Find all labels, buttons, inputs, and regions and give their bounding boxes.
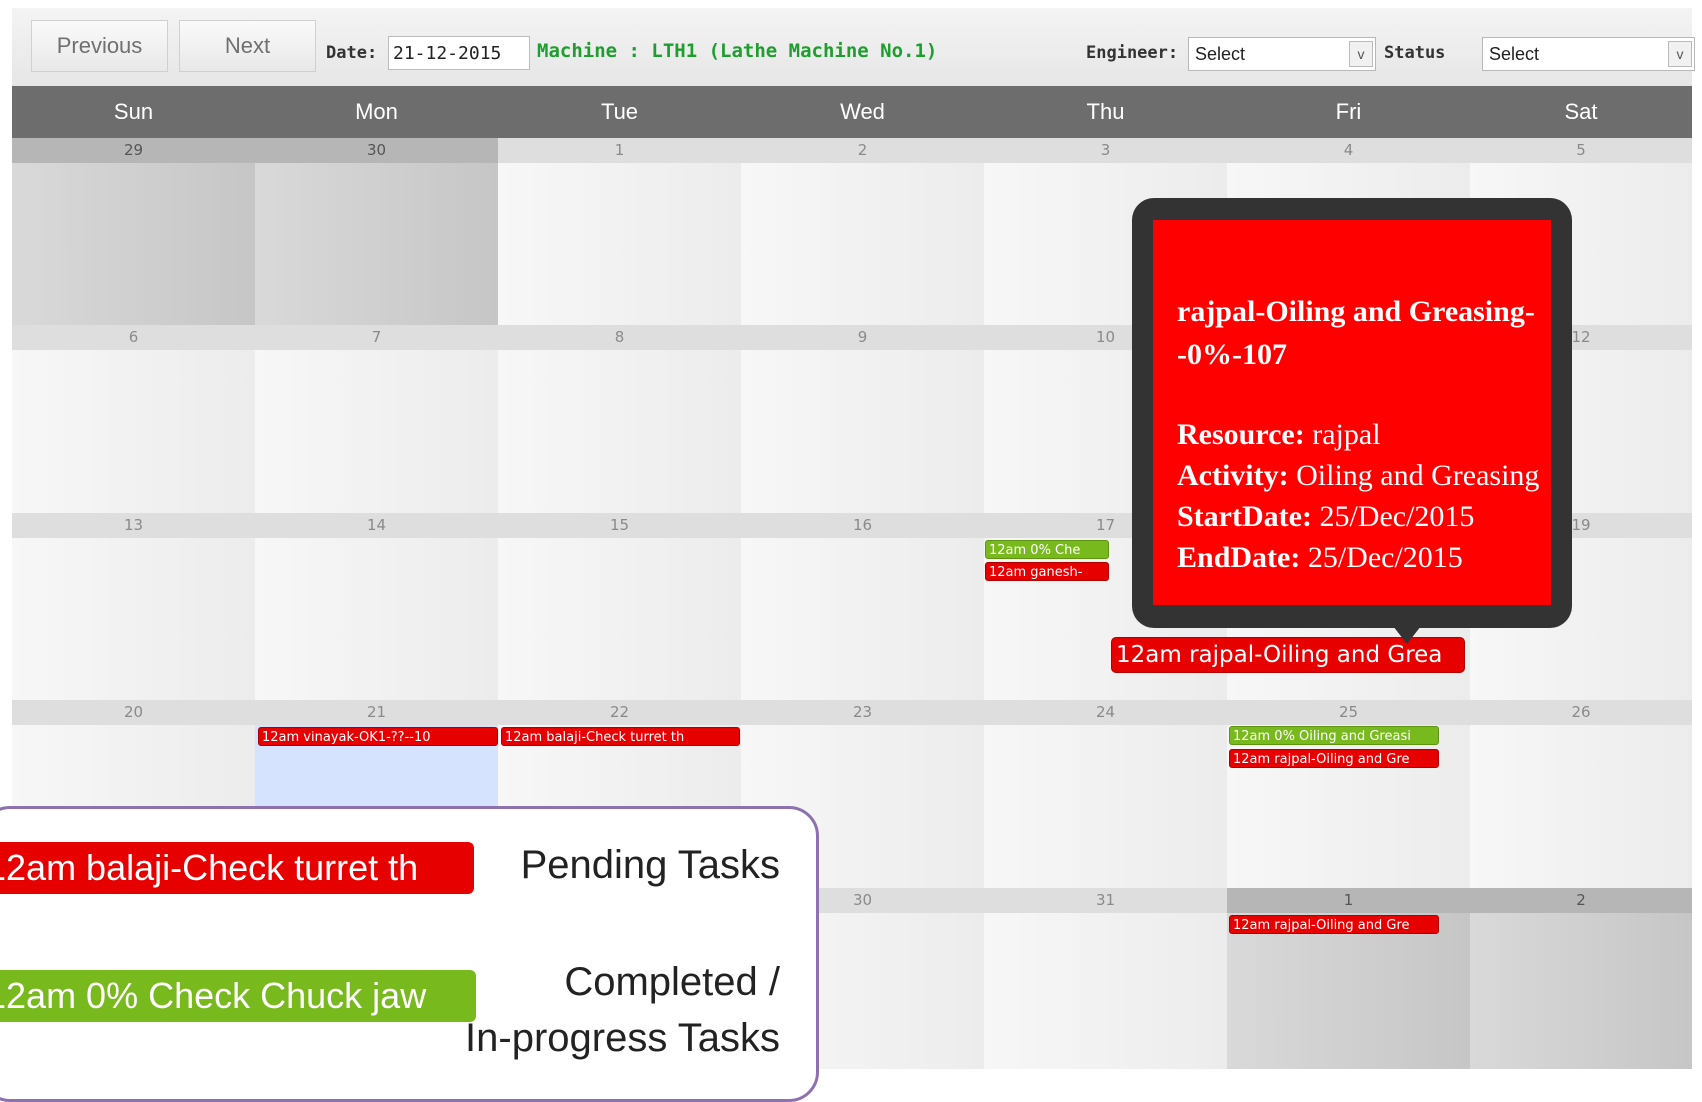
event-in-progress[interactable]: 12am 0% Oiling and Greasi xyxy=(1229,726,1439,745)
day-number: 3 xyxy=(984,138,1227,163)
machine-title: Machine : LTH1 (Lathe Machine No.1) xyxy=(537,40,938,62)
event-pending[interactable]: 12am rajpal-Oiling and Gre xyxy=(1229,749,1439,768)
status-select-value: Select xyxy=(1489,43,1540,64)
day-number: 20 xyxy=(12,700,255,725)
tooltip-resource-row: Resource: rajpal xyxy=(1177,414,1551,455)
date-input[interactable]: 21-12-2015 xyxy=(388,36,530,70)
day-cell[interactable]: 24 xyxy=(984,700,1227,888)
tooltip-resource-value: rajpal xyxy=(1312,418,1381,451)
next-button[interactable]: Next xyxy=(179,20,316,72)
day-number: 29 xyxy=(12,138,255,163)
day-number: 24 xyxy=(984,700,1227,725)
tooltip-start-row: StartDate: 25/Dec/2015 xyxy=(1177,496,1551,537)
day-number: 25 xyxy=(1227,700,1470,725)
day-number: 5 xyxy=(1470,138,1692,163)
tooltip-pointer xyxy=(1393,626,1421,644)
day-cell[interactable]: 16 xyxy=(741,513,984,700)
tooltip-title: rajpal-Oiling and Greasing--0%-107 xyxy=(1177,295,1535,371)
day-number: 7 xyxy=(255,325,498,350)
day-cell[interactable]: 9 xyxy=(741,325,984,513)
day-number: 2 xyxy=(1470,888,1692,913)
tooltip-end-row: EndDate: 25/Dec/2015 xyxy=(1177,537,1551,578)
engineer-label: Engineer: xyxy=(1086,43,1179,63)
event-pending[interactable]: 12am vinayak-OK1-??--10 xyxy=(258,727,498,746)
day-number: 15 xyxy=(498,513,741,538)
day-cell[interactable]: 6 xyxy=(12,325,255,513)
day-number: 8 xyxy=(498,325,741,350)
day-cell[interactable]: 14 xyxy=(255,513,498,700)
legend-pending-label: Pending Tasks xyxy=(520,843,780,887)
tooltip-activity-value: Oiling and Greasing xyxy=(1296,459,1540,492)
day-cell[interactable]: 30 xyxy=(255,138,498,325)
day-number: 14 xyxy=(255,513,498,538)
legend-completed-label-2: In-progress Tasks xyxy=(465,1016,780,1060)
day-number: 13 xyxy=(12,513,255,538)
legend-completed-label-1: Completed / xyxy=(564,960,780,1004)
tooltip-activity-label: Activity: xyxy=(1177,459,1289,492)
event-pending[interactable]: 12am ganesh- xyxy=(985,562,1109,581)
day-cell[interactable]: 7 xyxy=(255,325,498,513)
day-number: 2 xyxy=(741,138,984,163)
day-cell[interactable]: 29 xyxy=(12,138,255,325)
weekday-fri: Fri xyxy=(1335,99,1362,124)
weekday-mon: Mon xyxy=(355,99,398,124)
day-number: 4 xyxy=(1227,138,1470,163)
day-cell[interactable]: 8 xyxy=(498,325,741,513)
engineer-select-value: Select xyxy=(1195,43,1246,64)
day-number: 31 xyxy=(984,888,1227,913)
event-in-progress[interactable]: 12am 0% Che xyxy=(985,540,1109,559)
day-number: 1 xyxy=(1227,888,1470,913)
tooltip-activity-row: Activity: Oiling and Greasing xyxy=(1177,455,1551,496)
day-number: 1 xyxy=(498,138,741,163)
day-cell[interactable]: 2 xyxy=(1470,888,1692,1069)
weekday-wed: Wed xyxy=(840,99,885,124)
day-number: 21 xyxy=(255,700,498,725)
day-number: 6 xyxy=(12,325,255,350)
day-number: 9 xyxy=(741,325,984,350)
weekday-sat: Sat xyxy=(1564,99,1598,124)
event-pending[interactable]: 12am balaji-Check turret th xyxy=(501,727,740,746)
tooltip-content: rajpal-Oiling and Greasing--0%-107 Resou… xyxy=(1153,220,1551,605)
weekday-tue: Tue xyxy=(600,99,639,124)
date-label: Date: xyxy=(326,43,378,63)
day-cell[interactable]: 26 xyxy=(1470,700,1692,888)
tooltip-end-label: EndDate: xyxy=(1177,541,1301,574)
weekday-sun: Sun xyxy=(113,99,154,124)
previous-button[interactable]: Previous xyxy=(31,20,168,72)
status-label: Status xyxy=(1384,43,1446,63)
day-cell[interactable]: 1 xyxy=(498,138,741,325)
day-number: 30 xyxy=(255,138,498,163)
chevron-down-icon: v xyxy=(1349,41,1373,67)
tooltip-start-value: 25/Dec/2015 xyxy=(1319,500,1475,533)
tooltip-resource-label: Resource: xyxy=(1177,418,1305,451)
chevron-down-icon: v xyxy=(1668,41,1692,67)
day-cell[interactable]: 15 xyxy=(498,513,741,700)
tooltip-start-label: StartDate: xyxy=(1177,500,1312,533)
day-number: 26 xyxy=(1470,700,1692,725)
engineer-select[interactable]: Select v xyxy=(1188,37,1376,71)
weekday-header: Sun Mon Tue Wed Thu Fri Sat xyxy=(12,86,1692,138)
tooltip-end-value: 25/Dec/2015 xyxy=(1307,541,1463,574)
status-select[interactable]: Select v xyxy=(1482,37,1695,71)
day-number: 23 xyxy=(741,700,984,725)
legend-completed-chip: 12am 0% Check Chuck jaw xyxy=(0,970,476,1022)
day-number: 16 xyxy=(741,513,984,538)
day-cell[interactable]: 2 xyxy=(741,138,984,325)
weekday-thu: Thu xyxy=(1086,99,1125,124)
legend-pending-chip: 12am balaji-Check turret th xyxy=(0,842,474,894)
day-cell[interactable]: 31 xyxy=(984,888,1227,1069)
event-pending[interactable]: 12am rajpal-Oiling and Gre xyxy=(1229,915,1439,934)
day-number: 22 xyxy=(498,700,741,725)
day-cell[interactable]: 13 xyxy=(12,513,255,700)
